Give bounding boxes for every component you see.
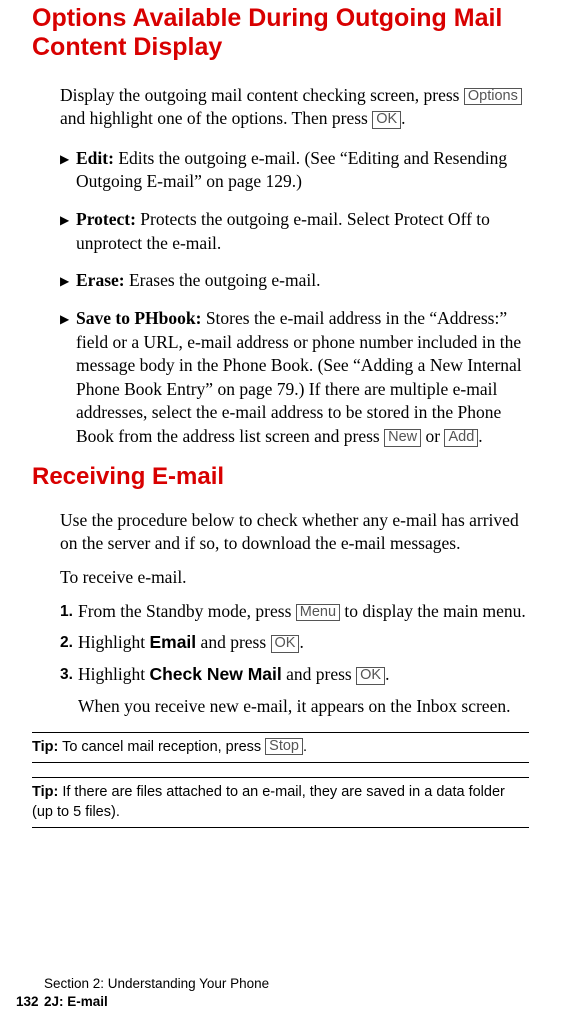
heading-options: Options Available During Outgoing Mail C…: [32, 4, 529, 62]
step-body: Highlight Check New Mail and press OK.: [78, 663, 529, 686]
tip-block: Tip: If there are files attached to an e…: [32, 777, 529, 828]
text: and press: [196, 632, 270, 652]
receiving-body: Use the procedure below to check whether…: [60, 509, 529, 718]
keycap-ok: OK: [372, 111, 401, 129]
recv-lead: To receive e-mail.: [60, 566, 529, 590]
step-body: Highlight Email and press OK.: [78, 631, 529, 654]
item-text: Erases the outgoing e-mail.: [125, 270, 321, 290]
text: .: [478, 426, 482, 446]
text: to display the main menu.: [340, 601, 526, 621]
bold-text: Email: [149, 632, 196, 652]
item-text: Edits the outgoing e-mail. (See “Editing…: [76, 148, 507, 192]
text: From the Standby mode, press: [78, 601, 296, 621]
tip-text: .: [303, 739, 307, 755]
list-item: ▶ Edit: Edits the outgoing e-mail. (See …: [60, 147, 529, 194]
step-number: 1.: [60, 600, 78, 623]
recv-intro: Use the procedure below to check whether…: [60, 509, 529, 556]
step-body: From the Standby mode, press Menu to dis…: [78, 600, 529, 623]
steps-list: 1. From the Standby mode, press Menu to …: [60, 600, 529, 686]
tip-block: Tip: To cancel mail reception, press Sto…: [32, 732, 529, 764]
step-result: When you receive new e-mail, it appears …: [78, 695, 529, 718]
triangle-icon: ▶: [60, 147, 76, 194]
tip-text: To cancel mail reception, press: [58, 739, 265, 755]
item-label: Save to PHbook:: [76, 308, 201, 328]
heading-receiving: Receiving E-mail: [32, 463, 529, 491]
list-item: ▶ Protect: Protects the outgoing e-mail.…: [60, 208, 529, 255]
tip-label: Tip:: [32, 784, 58, 800]
footer-chapter: 1322J: E-mail: [16, 993, 269, 1011]
step-number: 2.: [60, 631, 78, 654]
step-item: 1. From the Standby mode, press Menu to …: [60, 600, 529, 623]
text: and highlight one of the options. Then p…: [60, 108, 372, 128]
text: .: [299, 632, 303, 652]
item-label: Protect:: [76, 209, 136, 229]
step-item: 3. Highlight Check New Mail and press OK…: [60, 663, 529, 686]
text: Display the outgoing mail content checki…: [60, 85, 464, 105]
keycap-menu: Menu: [296, 604, 340, 622]
item-body: Edit: Edits the outgoing e-mail. (See “E…: [76, 147, 529, 194]
keycap-options: Options: [464, 88, 522, 106]
keycap-new: New: [384, 429, 421, 447]
text: Highlight: [78, 664, 149, 684]
item-body: Protect: Protects the outgoing e-mail. S…: [76, 208, 529, 255]
chapter-label: 2J: E-mail: [44, 994, 108, 1009]
keycap-ok: OK: [271, 635, 300, 653]
triangle-icon: ▶: [60, 307, 76, 449]
bold-text: Check New Mail: [149, 664, 281, 684]
item-label: Erase:: [76, 270, 125, 290]
text: and press: [282, 664, 356, 684]
item-body: Erase: Erases the outgoing e-mail.: [76, 269, 529, 293]
list-item: ▶ Erase: Erases the outgoing e-mail.: [60, 269, 529, 293]
keycap-ok: OK: [356, 667, 385, 685]
text: .: [385, 664, 389, 684]
text: .: [401, 108, 405, 128]
item-body: Save to PHbook: Stores the e-mail addres…: [76, 307, 529, 449]
step-item: 2. Highlight Email and press OK.: [60, 631, 529, 654]
page-footer: Section 2: Understanding Your Phone 1322…: [16, 975, 269, 1011]
item-label: Edit:: [76, 148, 114, 168]
text: or: [421, 426, 444, 446]
step-number: 3.: [60, 663, 78, 686]
tip-label: Tip:: [32, 739, 58, 755]
text: Highlight: [78, 632, 149, 652]
page-content: Options Available During Outgoing Mail C…: [0, 0, 561, 828]
triangle-icon: ▶: [60, 269, 76, 293]
triangle-icon: ▶: [60, 208, 76, 255]
footer-section: Section 2: Understanding Your Phone: [44, 975, 269, 993]
options-list: ▶ Edit: Edits the outgoing e-mail. (See …: [60, 147, 529, 449]
tip-text: If there are files attached to an e-mail…: [32, 784, 505, 820]
item-text: Protects the outgoing e-mail. Select Pro…: [76, 209, 490, 253]
list-item: ▶ Save to PHbook: Stores the e-mail addr…: [60, 307, 529, 449]
keycap-add: Add: [444, 429, 478, 447]
keycap-stop: Stop: [265, 738, 303, 756]
page-number: 132: [16, 993, 44, 1011]
intro-paragraph: Display the outgoing mail content checki…: [60, 84, 529, 131]
text: Stores the e-mail address in the “Addres…: [76, 308, 522, 446]
